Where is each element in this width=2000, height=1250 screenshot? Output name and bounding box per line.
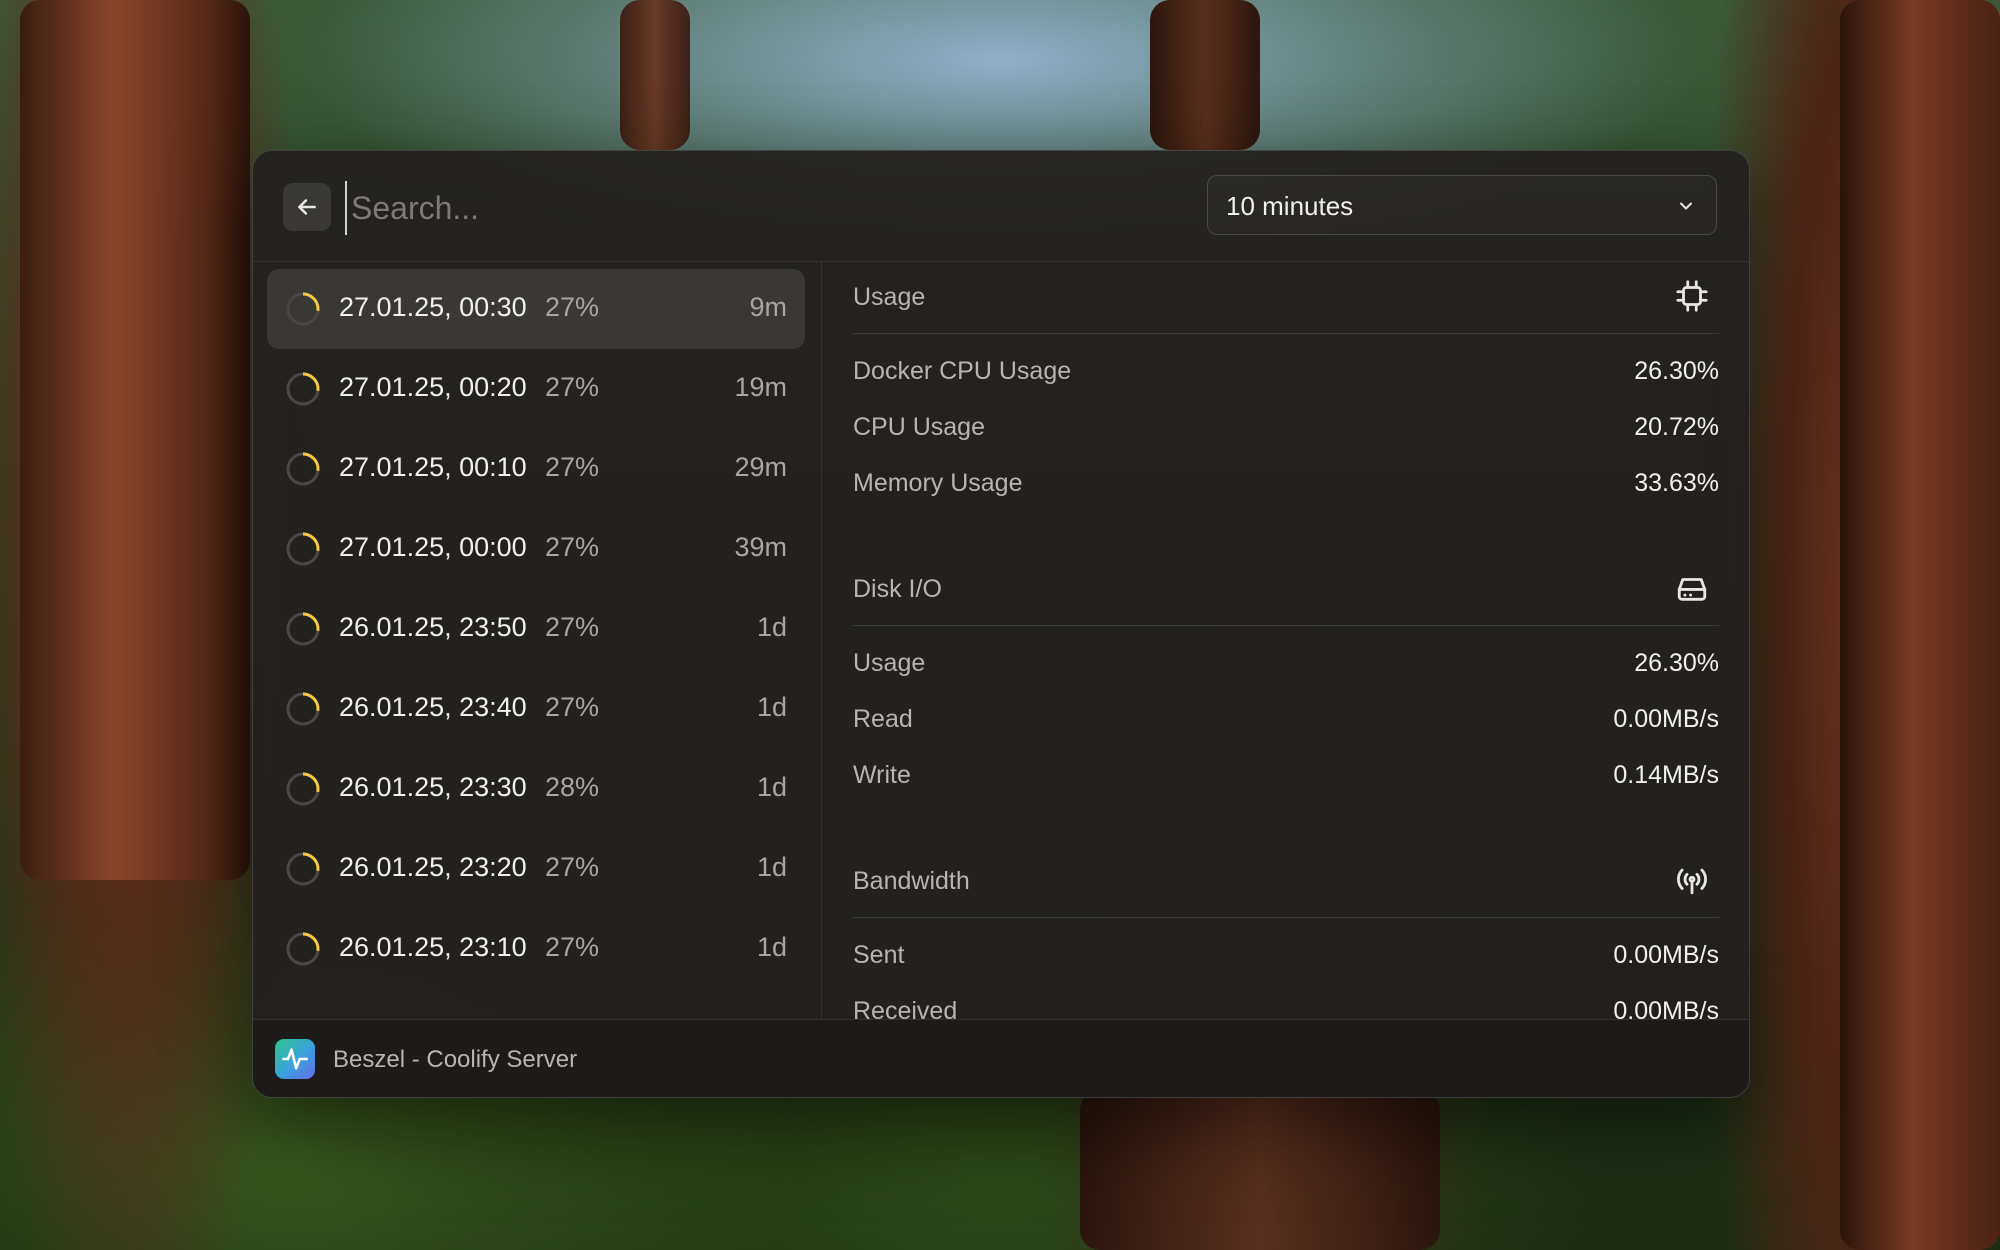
list-item[interactable]: 27.01.25, 00:00 27% 39m <box>267 509 805 589</box>
snapshot-date: 26.01.25, 23:30 <box>339 772 527 802</box>
progress-ring-icon <box>286 612 320 646</box>
back-button[interactable] <box>283 183 331 231</box>
snapshot-date: 27.01.25, 00:10 <box>339 452 527 482</box>
panel-header: 10 minutes <box>253 151 1749 262</box>
progress-ring-icon <box>286 692 320 726</box>
snapshot-date: 27.01.25, 00:30 <box>339 292 527 322</box>
section-title: Bandwidth <box>853 867 970 895</box>
panel-footer: Beszel - Coolify Server <box>253 1019 1749 1097</box>
section-title: Usage <box>853 283 926 311</box>
list-item[interactable]: 26.01.25, 23:30 28% 1d <box>267 749 805 829</box>
usage-section-header: Usage <box>853 261 1719 334</box>
snapshot-date: 26.01.25, 23:50 <box>339 612 527 642</box>
bandwidth-section-header: Bandwidth <box>853 845 1719 918</box>
detail-label: Docker CPU Usage <box>853 357 1072 385</box>
progress-ring-icon <box>286 852 320 886</box>
hard-drive-icon <box>1677 578 1707 601</box>
snapshot-percent: 27% <box>545 932 600 962</box>
progress-ring-icon <box>286 772 320 806</box>
progress-ring-icon <box>286 532 320 566</box>
command-panel: 10 minutes 27.01.25, 00:30 27% 9m 27.01.… <box>252 150 1750 1098</box>
detail-label: Read <box>853 705 913 733</box>
detail-value: 20.72% <box>1634 413 1719 441</box>
snapshot-list: 27.01.25, 00:30 27% 9m 27.01.25, 00:20 2… <box>253 261 822 1097</box>
search-input[interactable] <box>345 181 1053 235</box>
interval-dropdown-value: 10 minutes <box>1226 191 1354 221</box>
list-item[interactable]: 27.01.25, 00:10 27% 29m <box>267 429 805 509</box>
activity-icon <box>282 1048 308 1070</box>
snapshot-percent: 27% <box>545 692 600 722</box>
detail-label: CPU Usage <box>853 413 985 441</box>
detail-row: Memory Usage 33.63% <box>853 463 1719 503</box>
list-item[interactable]: 27.01.25, 00:20 27% 19m <box>267 349 805 429</box>
snapshot-percent: 27% <box>545 452 600 482</box>
snapshot-age: 1d <box>756 772 787 802</box>
detail-label: Usage <box>853 649 926 677</box>
detail-value: 0.00MB/s <box>1613 705 1719 733</box>
snapshot-percent: 27% <box>545 372 600 402</box>
detail-row: Docker CPU Usage 26.30% <box>853 351 1719 391</box>
snapshot-age: 39m <box>734 532 787 562</box>
detail-value: 0.14MB/s <box>1613 761 1719 789</box>
progress-ring-icon <box>286 292 320 326</box>
detail-value: 26.30% <box>1634 649 1719 677</box>
snapshot-percent: 28% <box>545 772 600 802</box>
detail-row: Read 0.00MB/s <box>853 699 1719 739</box>
progress-ring-icon <box>286 452 320 486</box>
detail-label: Write <box>853 761 911 789</box>
detail-value: 0.00MB/s <box>1613 941 1719 969</box>
progress-ring-icon <box>286 372 320 406</box>
arrow-left-icon <box>298 199 316 215</box>
detail-value: 26.30% <box>1634 357 1719 385</box>
detail-row: Write 0.14MB/s <box>853 755 1719 795</box>
detail-value: 33.63% <box>1634 469 1719 497</box>
background-tree-trunk <box>1080 1090 1440 1250</box>
snapshot-percent: 27% <box>545 532 600 562</box>
detail-row: Usage 26.30% <box>853 643 1719 683</box>
list-item[interactable]: 26.01.25, 23:20 27% 1d <box>267 829 805 909</box>
snapshot-age: 1d <box>756 852 787 882</box>
cpu-icon <box>1676 280 1708 312</box>
snapshot-age: 9m <box>749 292 787 322</box>
beszel-app-icon <box>275 1039 315 1079</box>
section-title: Disk I/O <box>853 575 942 603</box>
snapshot-age: 29m <box>734 452 787 482</box>
chevron-down-icon <box>1680 202 1692 210</box>
snapshot-age: 1d <box>756 692 787 722</box>
disk-section-header: Disk I/O <box>853 553 1719 626</box>
snapshot-date: 27.01.25, 00:20 <box>339 372 527 402</box>
list-item[interactable]: 26.01.25, 23:40 27% 1d <box>267 669 805 749</box>
snapshot-percent: 27% <box>545 852 600 882</box>
list-item[interactable]: 27.01.25, 00:30 27% 9m <box>267 269 805 349</box>
background-tree-trunk <box>620 0 690 150</box>
snapshot-date: 26.01.25, 23:40 <box>339 692 527 722</box>
list-item[interactable]: 26.01.25, 23:50 27% 1d <box>267 589 805 669</box>
footer-title: Beszel - Coolify Server <box>333 1046 578 1073</box>
snapshot-age: 1d <box>756 612 787 642</box>
interval-dropdown[interactable]: 10 minutes <box>1207 175 1717 235</box>
detail-label: Sent <box>853 941 905 969</box>
snapshot-percent: 27% <box>545 292 600 322</box>
snapshot-age: 19m <box>734 372 787 402</box>
snapshot-date: 26.01.25, 23:20 <box>339 852 527 882</box>
snapshot-percent: 27% <box>545 612 600 642</box>
background-tree-trunk <box>1840 0 2000 1250</box>
background-tree-trunk <box>1150 0 1260 150</box>
progress-ring-icon <box>286 932 320 966</box>
antenna-icon <box>1677 868 1707 895</box>
detail-pane: Usage Docker CPU Usage 26.30% CPU Usage … <box>853 261 1719 1097</box>
detail-row: Sent 0.00MB/s <box>853 935 1719 975</box>
detail-label: Memory Usage <box>853 469 1023 497</box>
background-tree-trunk <box>20 0 250 880</box>
snapshot-date: 26.01.25, 23:10 <box>339 932 527 962</box>
detail-row: CPU Usage 20.72% <box>853 407 1719 447</box>
snapshot-age: 1d <box>756 932 787 962</box>
list-item[interactable]: 26.01.25, 23:10 27% 1d <box>267 909 805 989</box>
snapshot-date: 27.01.25, 00:00 <box>339 532 527 562</box>
